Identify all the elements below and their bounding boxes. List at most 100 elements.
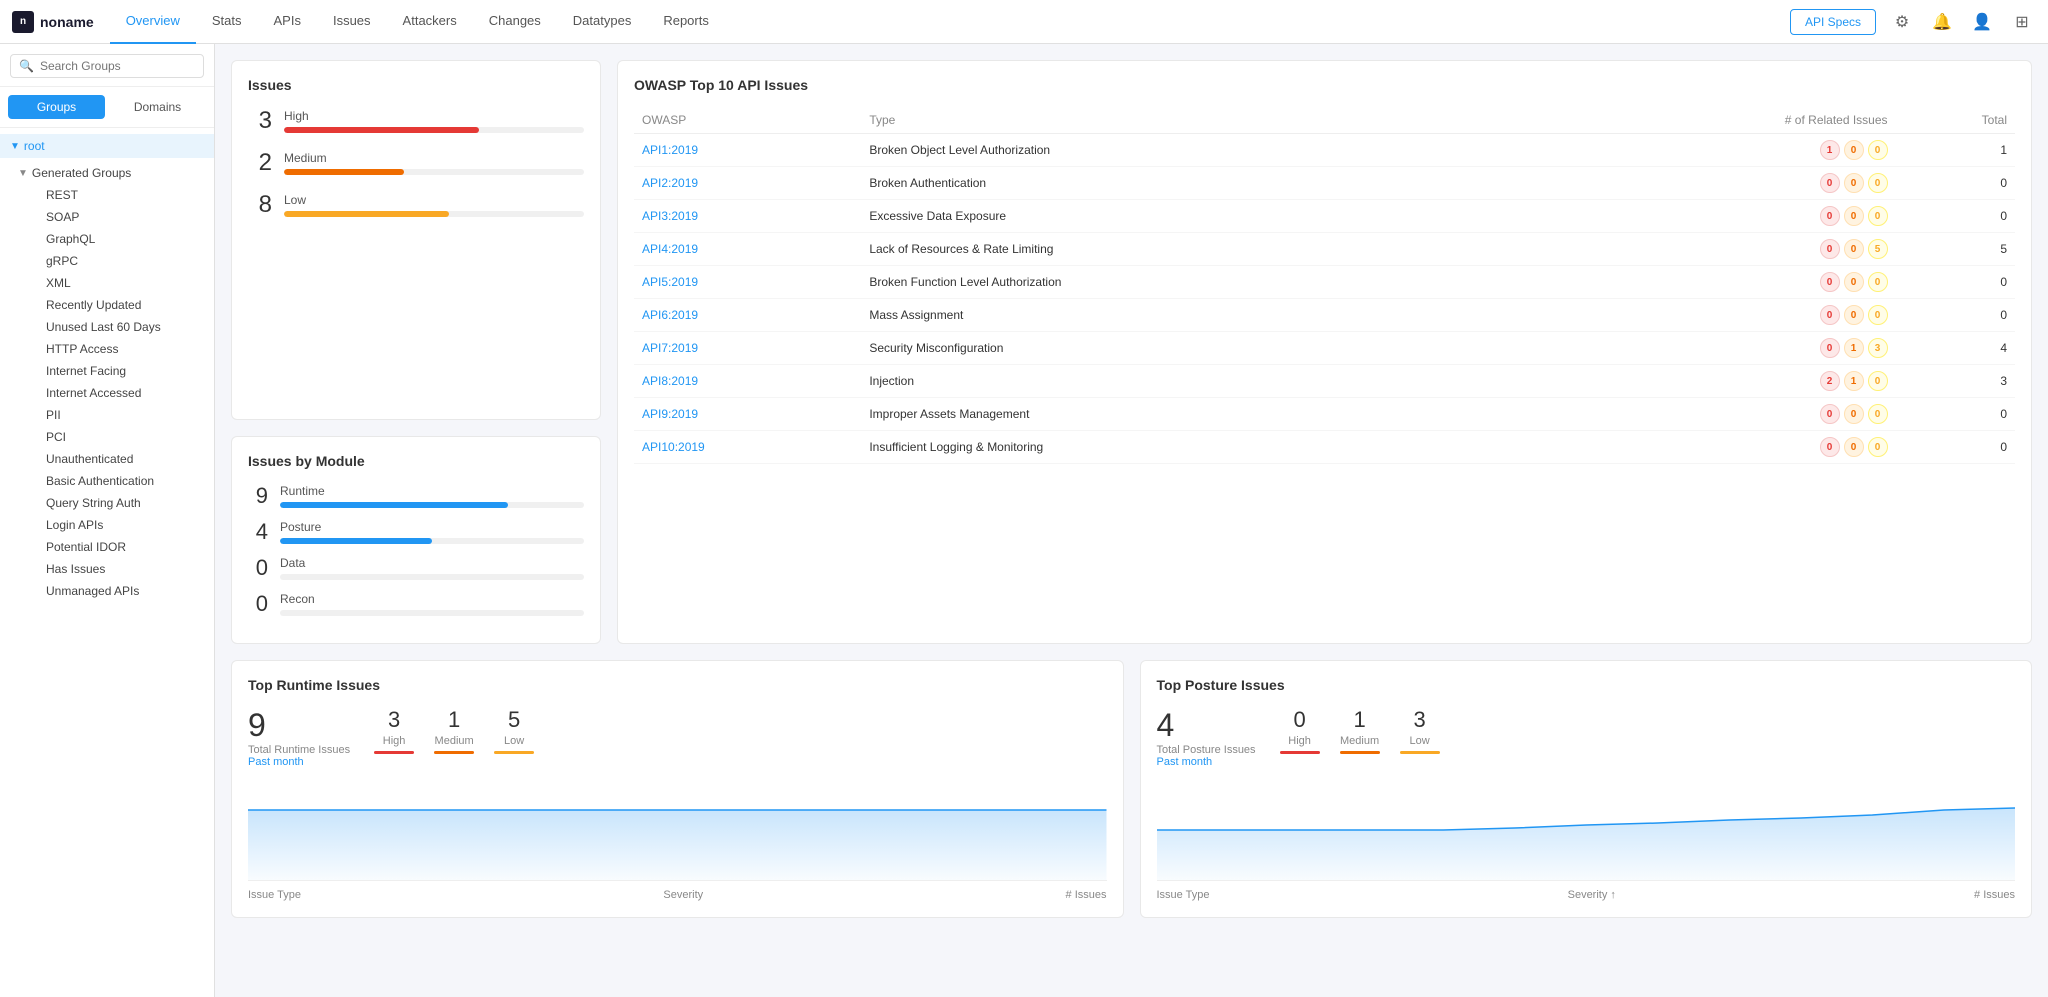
issue-bar-bg-low: [284, 211, 584, 217]
owasp-table: OWASP Type # of Related Issues Total API…: [634, 107, 2015, 464]
nav-item-changes[interactable]: Changes: [473, 0, 557, 44]
runtime-sev-num-high: 3: [388, 707, 400, 733]
sidebar-tree: ▼ root ▼ Generated Groups REST SOAP Grap…: [0, 128, 214, 612]
owasp-total: 0: [1896, 266, 2015, 299]
runtime-col-issues: # Issues: [1066, 889, 1107, 901]
runtime-table-header: Issue Type Severity # Issues: [248, 880, 1107, 901]
generated-groups-header[interactable]: ▼ Generated Groups: [18, 162, 204, 184]
tree-item-http-access[interactable]: HTTP Access: [18, 338, 204, 360]
owasp-total: 3: [1896, 365, 2015, 398]
posture-col-severity: Severity ↑: [1568, 889, 1616, 901]
layout: 🔍 Groups Domains ▼ root ▼ Generated Grou…: [0, 44, 2048, 997]
badge-red: 0: [1820, 239, 1840, 259]
tree-item-rest[interactable]: REST: [18, 184, 204, 206]
owasp-id: API7:2019: [634, 332, 861, 365]
runtime-card: Top Runtime Issues 9 Total Runtime Issue…: [231, 660, 1124, 918]
badge-yellow: 5: [1868, 239, 1888, 259]
owasp-total: 0: [1896, 200, 2015, 233]
runtime-total-label: Total Runtime Issues: [248, 744, 350, 756]
runtime-sev-label-medium: Medium: [435, 735, 474, 747]
owasp-total: 0: [1896, 431, 2015, 464]
tree-item-unused-last-60-days[interactable]: Unused Last 60 Days: [18, 316, 204, 338]
tree-item-internet-accessed[interactable]: Internet Accessed: [18, 382, 204, 404]
tree-item-potential-idor[interactable]: Potential IDOR: [18, 536, 204, 558]
module-count-runtime: 9: [248, 483, 268, 509]
owasp-badges: 1 0 0: [1462, 134, 1895, 167]
nav-item-reports[interactable]: Reports: [647, 0, 725, 44]
owasp-col-total: Total: [1896, 107, 2015, 134]
sidebar: 🔍 Groups Domains ▼ root ▼ Generated Grou…: [0, 44, 215, 997]
tree-item-pii[interactable]: PII: [18, 404, 204, 426]
module-count-posture: 4: [248, 519, 268, 545]
owasp-col-related: # of Related Issues: [1462, 107, 1895, 134]
owasp-total: 1: [1896, 134, 2015, 167]
tree-item-has-issues[interactable]: Has Issues: [18, 558, 204, 580]
owasp-badges: 0 0 0: [1462, 167, 1895, 200]
badge-red: 0: [1820, 173, 1840, 193]
search-input[interactable]: [40, 59, 195, 73]
module-row-data: 0 Data: [248, 555, 584, 581]
tree-item-graphql[interactable]: GraphQL: [18, 228, 204, 250]
badge-red: 0: [1820, 338, 1840, 358]
owasp-col-id: OWASP: [634, 107, 861, 134]
badge-orange: 0: [1844, 173, 1864, 193]
search-input-wrap[interactable]: 🔍: [10, 54, 204, 78]
module-label-data: Data: [280, 556, 584, 570]
module-detail-posture: Posture: [280, 520, 584, 544]
module-detail-recon: Recon: [280, 592, 584, 616]
nav-item-attackers[interactable]: Attackers: [387, 0, 473, 44]
top-navigation: n noname Overview Stats APIs Issues Atta…: [0, 0, 2048, 44]
tree-item-unauthenticated[interactable]: Unauthenticated: [18, 448, 204, 470]
tree-generated-group: ▼ Generated Groups REST SOAP GraphQL gRP…: [0, 158, 214, 606]
main-content: Issues 3 High 2 Medium: [215, 44, 2048, 997]
bottom-row: Top Runtime Issues 9 Total Runtime Issue…: [231, 660, 2032, 918]
owasp-type: Insufficient Logging & Monitoring: [861, 431, 1462, 464]
owasp-id: API3:2019: [634, 200, 861, 233]
settings-icon[interactable]: ⚙: [1888, 8, 1916, 36]
posture-sev-label-medium: Medium: [1340, 735, 1379, 747]
module-row-posture: 4 Posture: [248, 519, 584, 545]
tree-item-query-string-auth[interactable]: Query String Auth: [18, 492, 204, 514]
posture-sev-label-low: Low: [1409, 735, 1429, 747]
module-bar-bg-posture: [280, 538, 584, 544]
owasp-id: API2:2019: [634, 167, 861, 200]
tree-item-basic-auth[interactable]: Basic Authentication: [18, 470, 204, 492]
badge-yellow: 0: [1868, 140, 1888, 160]
nav-item-datatypes[interactable]: Datatypes: [557, 0, 648, 44]
sidebar-tab-groups[interactable]: Groups: [8, 95, 105, 119]
profile-icon[interactable]: 👤: [1968, 8, 1996, 36]
runtime-chart: [248, 780, 1107, 880]
nav-item-apis[interactable]: APIs: [258, 0, 317, 44]
runtime-sev-high: 3 High: [374, 707, 414, 754]
tree-item-pci[interactable]: PCI: [18, 426, 204, 448]
tree-item-soap[interactable]: SOAP: [18, 206, 204, 228]
badge-orange: 0: [1844, 206, 1864, 226]
badge-red: 0: [1820, 305, 1840, 325]
runtime-sev-label-low: Low: [504, 735, 524, 747]
tree-item-internet-facing[interactable]: Internet Facing: [18, 360, 204, 382]
grid-icon[interactable]: ⊞: [2008, 8, 2036, 36]
runtime-sev-bar-low: [494, 751, 534, 754]
issue-count-medium: 2: [248, 149, 272, 177]
tree-item-xml[interactable]: XML: [18, 272, 204, 294]
nav-item-stats[interactable]: Stats: [196, 0, 258, 44]
tree-item-grpc[interactable]: gRPC: [18, 250, 204, 272]
posture-total-block: 4 Total Posture Issues Past month: [1157, 707, 1256, 768]
tree-item-unmanaged-apis[interactable]: Unmanaged APIs: [18, 580, 204, 602]
sidebar-tab-domains[interactable]: Domains: [109, 95, 206, 119]
posture-col-issue-type: Issue Type: [1157, 889, 1210, 901]
api-specs-button[interactable]: API Specs: [1790, 9, 1876, 35]
issue-detail-high: High: [284, 109, 584, 133]
posture-sub-label: Past month: [1157, 756, 1256, 768]
nav-item-overview[interactable]: Overview: [110, 0, 196, 44]
issue-bar-bg-medium: [284, 169, 584, 175]
nav-item-issues[interactable]: Issues: [317, 0, 387, 44]
issue-count-high: 3: [248, 107, 272, 135]
owasp-row: API3:2019 Excessive Data Exposure 0 0 0 …: [634, 200, 2015, 233]
tree-item-recently-updated[interactable]: Recently Updated: [18, 294, 204, 316]
notifications-icon[interactable]: 🔔: [1928, 8, 1956, 36]
tree-item-login-apis[interactable]: Login APIs: [18, 514, 204, 536]
badge-orange: 1: [1844, 371, 1864, 391]
sidebar-root-item[interactable]: ▼ root: [0, 134, 214, 158]
posture-sev-num-low: 3: [1413, 707, 1425, 733]
